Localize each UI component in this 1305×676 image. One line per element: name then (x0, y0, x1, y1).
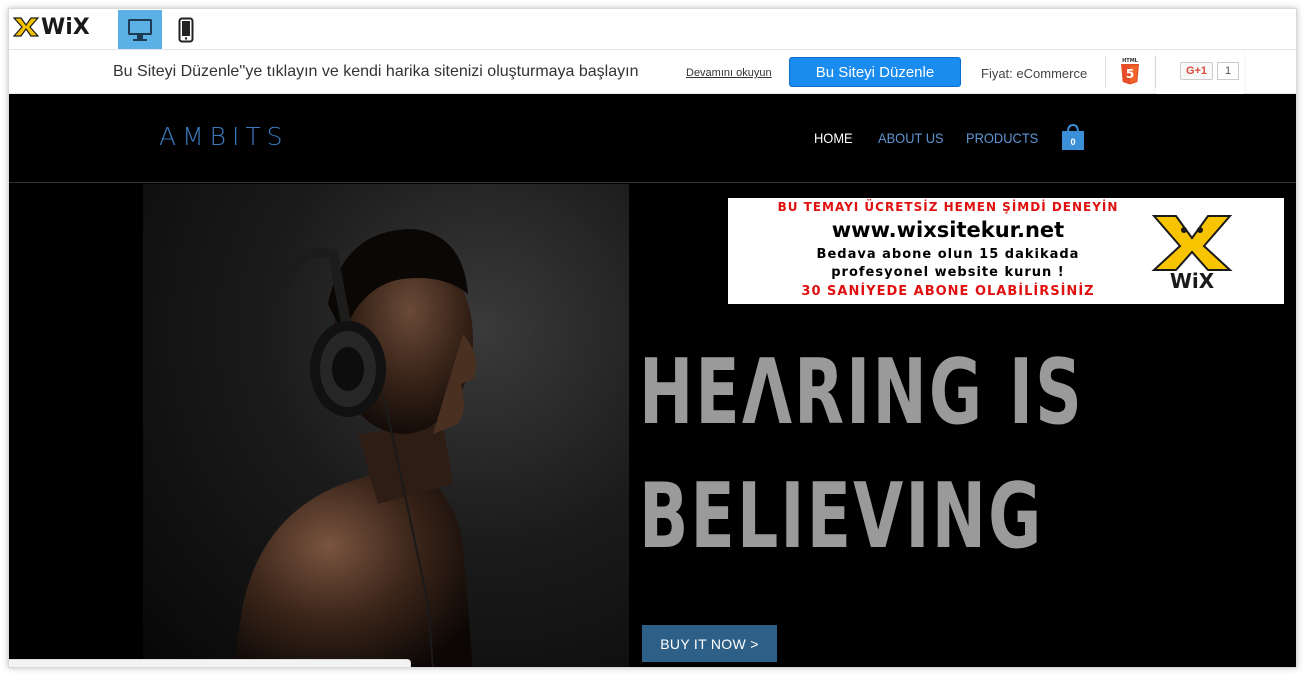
edit-site-button[interactable]: Bu Siteyi Düzenle (789, 57, 961, 87)
mobile-view-button[interactable] (164, 10, 208, 49)
wix-mascot-logo: WiX (1151, 215, 1233, 292)
headphones-man-image (233, 229, 477, 667)
divider (1105, 56, 1106, 88)
gplus-widget: G+1 1 (1156, 50, 1244, 94)
svg-text:5: 5 (1126, 67, 1134, 81)
wix-logo-text: WiX (41, 14, 90, 40)
nav-products[interactable]: PRODUCTS (966, 130, 1038, 146)
hero-headline-line1: HEΛRING IS (639, 340, 1085, 445)
ad-url: www.wixsitekur.net (831, 218, 1065, 242)
read-more-link[interactable]: Devamını okuyun (686, 67, 772, 79)
ad-text-line2: profesyonel website kurun ! (831, 265, 1065, 280)
nav-home[interactable]: HOME (814, 130, 853, 146)
gplus-count: 1 (1217, 62, 1239, 80)
promo-ad-banner[interactable]: BU TEMAYI ÜCRETSİZ HEMEN ŞİMDİ DENEYİN w… (728, 198, 1284, 304)
hero-headline-line2: BELIEVING (639, 464, 1044, 569)
site-logo[interactable]: AMBITS (159, 122, 289, 151)
wix-x-icon (13, 17, 39, 37)
gplus-button[interactable]: G+1 (1180, 62, 1213, 80)
promo-bar: Bu Siteyi Düzenle''ye tıklayın ve kendi … (9, 50, 1296, 94)
buy-it-now-button[interactable]: BUY IT NOW > (642, 625, 777, 662)
nav-about-us[interactable]: ABOUT US (878, 130, 944, 146)
wix-logo[interactable]: WiX (13, 12, 103, 42)
ad-headline: BU TEMAYI ÜCRETSİZ HEMEN ŞİMDİ DENEYİN (777, 200, 1119, 214)
price-label: Fiyat: eCommerce (981, 66, 1088, 81)
hero-image (143, 184, 629, 667)
ad-text-line1: Bedava abone olun 15 dakikada (816, 247, 1080, 262)
html5-icon: HTML 5 (1121, 58, 1139, 85)
promo-message: Bu Siteyi Düzenle''ye tıklayın ve kendi … (113, 63, 639, 80)
site-header: AMBITS HOME ABOUT US PRODUCTS 0 (9, 94, 1296, 183)
desktop-icon (128, 18, 152, 41)
status-bar (9, 659, 411, 667)
site-preview: AMBITS HOME ABOUT US PRODUCTS 0 HEΛRING … (9, 94, 1296, 667)
cart-count: 0 (1070, 137, 1075, 147)
svg-text:HTML: HTML (1122, 58, 1139, 64)
wix-toolbar: WiX (9, 9, 1296, 50)
mobile-icon (178, 17, 194, 42)
ad-logo-text: WiX (1170, 269, 1215, 292)
shopping-bag-icon[interactable]: 0 (1061, 123, 1085, 151)
browser-frame: WiX Bu Siteyi Düzenle''ye tıklayın ve ke… (8, 8, 1297, 668)
ad-footer: 30 SANİYEDE ABONE OLABİLİRSİNİZ (801, 284, 1095, 299)
desktop-view-button[interactable] (118, 10, 162, 49)
